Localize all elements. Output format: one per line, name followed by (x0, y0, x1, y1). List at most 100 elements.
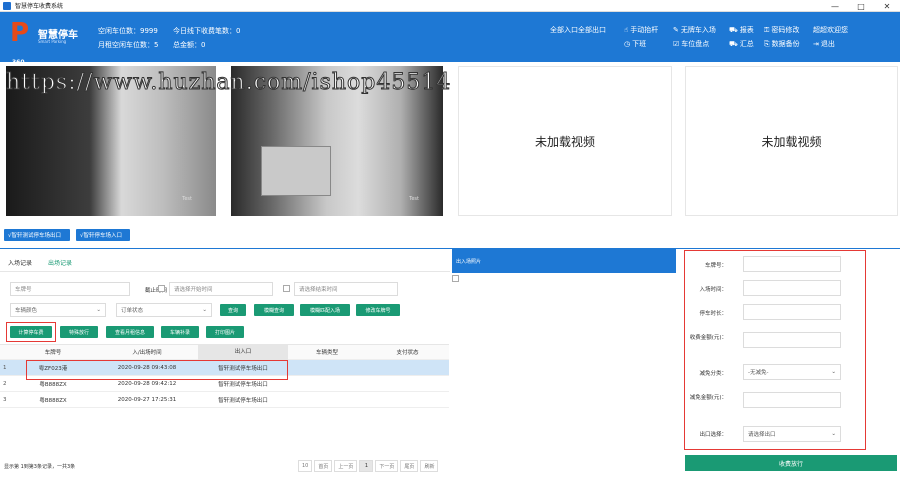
header-type[interactable]: 车辆类型 (288, 348, 366, 356)
watermark-text: https://www.huzhan.com/ishop45514 (5, 70, 452, 96)
view-monthly-button[interactable]: 查看月租信息 (106, 326, 154, 338)
table-footer-summary: 显示第 1到第3条记录，一共3条 (4, 464, 76, 470)
maximize-button[interactable]: □ (848, 0, 874, 12)
report-menu[interactable]: ⛟ 报表 (729, 25, 754, 35)
plate-label: 车牌号： (704, 263, 727, 269)
start-time-checkbox[interactable] (158, 285, 165, 292)
off-duty-menu[interactable]: ◷ 下班 (624, 39, 646, 49)
brand-subtitle: Smart Parking (38, 39, 67, 44)
first-page-button[interactable]: 首页 (314, 460, 333, 472)
fee-field[interactable] (743, 332, 841, 348)
row-time: 2020-09-28 09:42:12 (117, 380, 177, 387)
logout-icon: ⇥ (813, 40, 819, 48)
space-count-label: 车位盘点 (681, 40, 710, 48)
change-password-label: 密码修改 (771, 26, 800, 34)
discount-type-label: 减免分类： (699, 371, 727, 377)
key-icon: ⚿ (764, 25, 770, 34)
special-release-button[interactable]: 特殊放行 (60, 326, 98, 338)
duration-field[interactable] (743, 304, 841, 320)
next-page-button[interactable]: 下一页 (375, 460, 399, 472)
header-pay[interactable]: 支付状态 (366, 348, 449, 356)
prev-page-button[interactable]: 上一页 (334, 460, 358, 472)
tab-entry-records[interactable]: 入场记录 (6, 256, 34, 272)
page-size-select[interactable]: 10 (298, 460, 313, 472)
chevron-down-icon: ⌄ (202, 307, 207, 313)
manual-lift-menu[interactable]: ☝ 手动抬杆 (624, 25, 658, 35)
broken-image-icon (452, 275, 459, 282)
backup-label: 数据备份 (771, 40, 800, 48)
row-gate: 智轩测试停车场出口 (218, 397, 268, 404)
all-entries-label: 全部入口全部出口 (550, 26, 606, 34)
section-divider (0, 248, 900, 249)
row-plate: 粤B888ZX (39, 397, 67, 404)
tab-exit-records[interactable]: 出场记录 (46, 256, 75, 272)
row-plate: 粤B888ZX (39, 381, 67, 388)
manual-lift-label: 手动抬杆 (630, 26, 659, 34)
no-plate-entry-menu[interactable]: ✎ 无牌车入场 (673, 25, 716, 35)
current-page[interactable]: 1 (359, 460, 374, 472)
app-header: P 360 智慧停车 Smart Parking 空闲车位数：9999 月租空闲… (0, 12, 900, 66)
logout-label: 退出 (820, 40, 835, 48)
highlight-calc-fee (6, 322, 56, 342)
header-gate[interactable]: 出入口 (198, 344, 288, 360)
vehicle-color-select[interactable]: 车辆颜色 ⌄ (10, 303, 106, 317)
fuzzy-query-button[interactable]: 模糊查询 (254, 304, 294, 316)
space-count-menu[interactable]: ☑ 车位盘点 (673, 39, 709, 49)
entry-gate-button[interactable]: √智轩停车场入口 (76, 229, 130, 241)
camera-object (261, 146, 331, 196)
window-controls: — □ ✕ (822, 0, 900, 12)
order-status-select[interactable]: 订单状态 ⌄ (116, 303, 212, 317)
fee-label: 收费金额(元)： (689, 335, 727, 341)
records-tabs: 入场记录 出场记录 (6, 256, 75, 272)
camera-tag: Test (182, 196, 192, 202)
tabs-underline (0, 271, 450, 272)
order-status-value: 订单状态 (121, 308, 144, 314)
discount-amount-label: 减免金额(元)： (689, 395, 727, 401)
window-titlebar: 智慧停车收费系统 — □ ✕ (0, 0, 900, 12)
entry-time-field[interactable] (743, 280, 841, 296)
charge-release-button[interactable]: 收费放行 (685, 455, 897, 471)
pagination: 10 首页 上一页 1 下一页 尾页 刷新 (298, 460, 439, 472)
backup-menu[interactable]: ⎘ 数据备份 (764, 39, 800, 49)
close-button[interactable]: ✕ (874, 0, 900, 12)
discount-type-select[interactable]: -无减免- ⌄ (743, 364, 841, 380)
video-pane-4: 未加载视频 (685, 66, 898, 216)
no-video-label: 未加载视频 (761, 134, 822, 149)
plate-field[interactable] (743, 256, 841, 272)
refresh-button[interactable]: 刷新 (420, 460, 439, 472)
discount-amount-field[interactable] (743, 392, 841, 408)
exit-gate-button[interactable]: √智轩测试停车场出口 (4, 229, 70, 241)
modify-plate-button[interactable]: 修改车牌号 (356, 304, 400, 316)
exit-select[interactable]: 请选择出口 ⌄ (743, 426, 841, 442)
monthly-free-stat: 月租空闲车位数：5 (98, 41, 159, 49)
all-entries-menu[interactable]: 全部入口全部出口 (550, 25, 606, 35)
change-password-menu[interactable]: ⚿ 密码修改 (764, 25, 799, 35)
vehicle-color-value: 车辆颜色 (15, 308, 38, 314)
print-image-button[interactable]: 打印图片 (206, 326, 244, 338)
cart2-icon: ⛟ (729, 39, 738, 48)
row-index: 1 (3, 364, 7, 371)
edit-icon: ✎ (673, 26, 679, 34)
no-video-label: 未加载视频 (534, 134, 595, 149)
header-time[interactable]: 入/出场时间 (96, 348, 198, 356)
plate-search-input[interactable]: 车牌号 (10, 282, 130, 296)
report-label: 报表 (739, 26, 754, 34)
end-time-checkbox[interactable] (283, 285, 290, 292)
fuzzy-match-entry-button[interactable]: 模糊匹配入场 (300, 304, 350, 316)
end-time-input[interactable]: 请选择结束时间 (294, 282, 398, 296)
minimize-button[interactable]: — (822, 0, 848, 12)
logout-menu[interactable]: ⇥ 退出 (813, 39, 835, 49)
header-plate[interactable]: 车牌号 (10, 348, 96, 356)
highlight-selected-row (26, 360, 288, 380)
chevron-down-icon: ⌄ (831, 369, 836, 375)
last-page-button[interactable]: 尾页 (400, 460, 419, 472)
summary-menu[interactable]: ⛟ 汇总 (729, 39, 754, 49)
query-button[interactable]: 查询 (220, 304, 246, 316)
start-time-input[interactable]: 请选择开始时间 (169, 282, 273, 296)
summary-label: 汇总 (739, 40, 754, 48)
table-row[interactable]: 3 粤B888ZX 2020-09-27 17:25:31 智轩测试停车场出口 (0, 392, 449, 408)
photo-panel-title: 出入场照片 (456, 259, 482, 265)
window-title: 智慧停车收费系统 (15, 3, 64, 10)
camera-tag: Test (409, 196, 419, 202)
vehicle-supplement-button[interactable]: 车辆补录 (161, 326, 199, 338)
